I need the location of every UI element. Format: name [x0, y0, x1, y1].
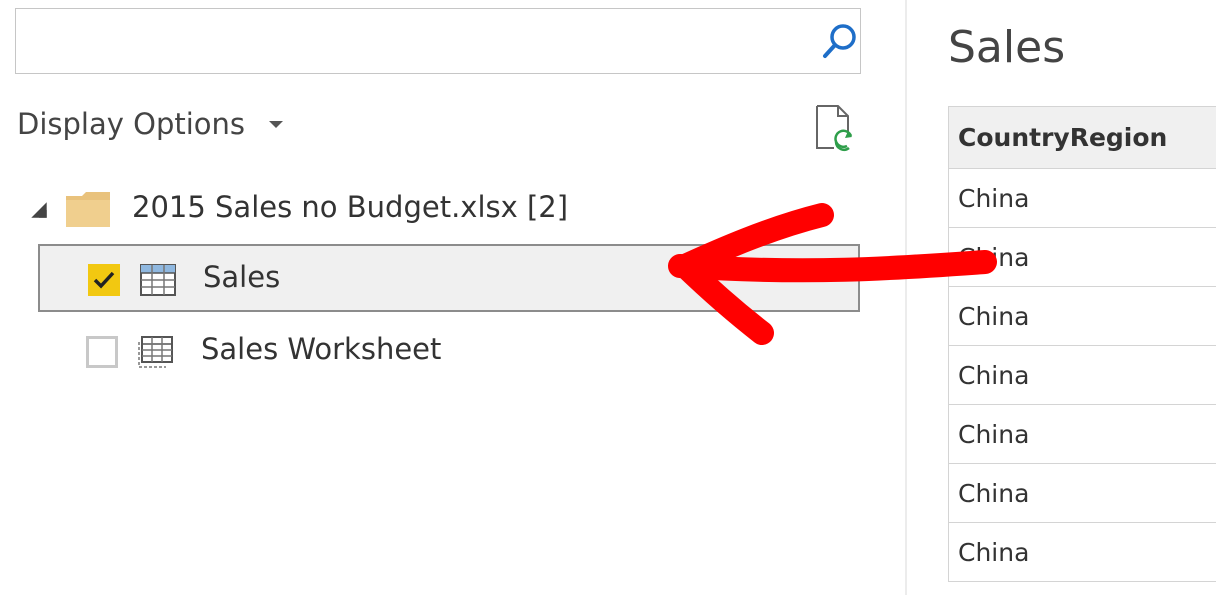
- pane-divider[interactable]: [905, 0, 907, 595]
- search-input[interactable]: [24, 17, 804, 65]
- refresh-icon[interactable]: [814, 104, 856, 152]
- sales-worksheet-checkbox[interactable]: [86, 336, 118, 368]
- table-row: China: [948, 286, 1216, 346]
- tree-item-sales[interactable]: Sales: [38, 244, 860, 312]
- checkmark-icon: [93, 271, 115, 289]
- display-options-label: Display Options: [17, 107, 246, 141]
- preview-title: Sales: [948, 22, 1066, 73]
- table-cell: China: [948, 286, 1216, 346]
- table-row: China: [948, 168, 1216, 228]
- column-header-countryregion[interactable]: CountryRegion: [948, 106, 1216, 169]
- table-icon: [140, 264, 176, 296]
- table-row: China: [948, 463, 1216, 523]
- table-row: China: [948, 522, 1216, 582]
- navigator-pane: Display Options 2015 Sales no Budget.xls…: [0, 0, 905, 595]
- table-cell: China: [948, 404, 1216, 464]
- chevron-down-icon: [269, 120, 284, 128]
- worksheet-icon: [138, 336, 173, 368]
- table-row: China: [948, 345, 1216, 405]
- file-node-label[interactable]: 2015 Sales no Budget.xlsx [2]: [132, 190, 568, 224]
- table-row: China: [948, 404, 1216, 464]
- table-cell: China: [948, 227, 1216, 287]
- display-options-dropdown[interactable]: Display Options: [17, 103, 284, 145]
- table-header-row: CountryRegion: [948, 106, 1216, 169]
- sales-checkbox[interactable]: [88, 264, 120, 296]
- preview-table: CountryRegion China China China China Ch…: [948, 106, 1216, 582]
- table-cell: China: [948, 168, 1216, 228]
- search-icon[interactable]: [820, 21, 860, 61]
- table-cell: China: [948, 463, 1216, 523]
- tree-item-label: Sales Worksheet: [201, 332, 442, 366]
- tree-item-label: Sales: [203, 260, 281, 294]
- search-box[interactable]: [15, 8, 861, 74]
- table-row: China: [948, 227, 1216, 287]
- table-cell: China: [948, 345, 1216, 405]
- collapse-triangle-icon[interactable]: [31, 202, 47, 218]
- tree-item-sales-worksheet[interactable]: Sales Worksheet: [38, 318, 860, 386]
- table-cell: China: [948, 522, 1216, 582]
- folder-icon: [66, 192, 110, 227]
